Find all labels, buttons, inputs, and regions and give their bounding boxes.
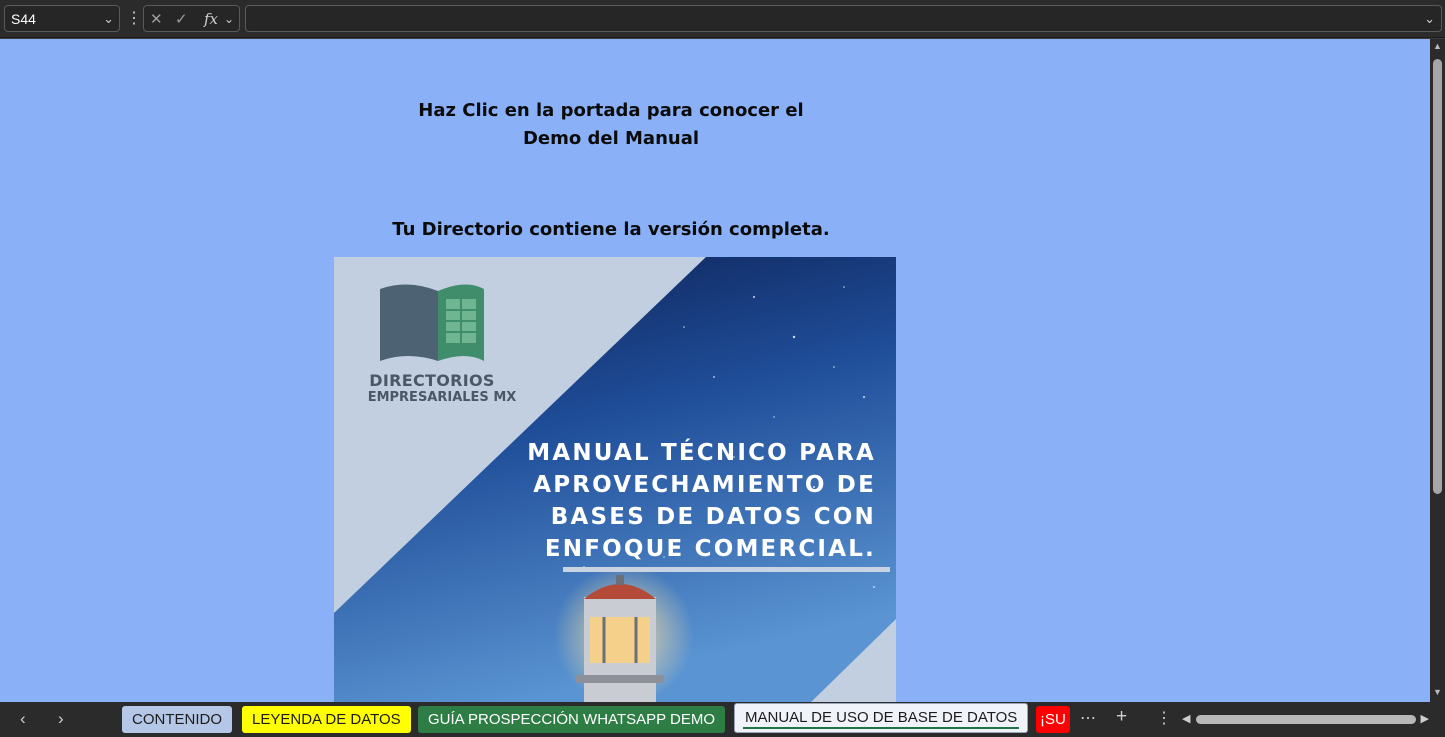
tab-label: LEYENDA DE DATOS bbox=[252, 711, 401, 728]
tab-manual-de-uso[interactable]: MANUAL DE USO DE BASE DE DATOS bbox=[734, 703, 1029, 733]
logo-text-directorios: DIRECTORIOS bbox=[369, 371, 495, 390]
cover-title-line: ENFOQUE COMERCIAL. bbox=[544, 536, 876, 562]
cancel-x-icon[interactable]: ✕ bbox=[150, 10, 163, 28]
instruction-line-2: Demo del Manual bbox=[522, 128, 700, 149]
next-sheet-chevron-icon[interactable]: › bbox=[58, 709, 64, 729]
sheet-options-icon[interactable]: ⋮ bbox=[1156, 708, 1172, 728]
scroll-down-arrow-icon[interactable]: ▼ bbox=[1433, 687, 1442, 697]
instruction-line-1: Haz Clic en la portada para conocer el bbox=[418, 100, 804, 121]
more-sheets-icon[interactable]: ⋯ bbox=[1080, 708, 1096, 728]
previous-sheet-chevron-icon[interactable]: ‹ bbox=[20, 709, 26, 729]
formula-bar: S44 ⌄ ⋮ ✕ ✓ fx ⌄ ⌄ bbox=[0, 0, 1445, 38]
cell-reference: S44 bbox=[11, 11, 36, 27]
tab-guia-prospeccion-whatsapp[interactable]: GUÍA PROSPECCIÓN WHATSAPP DEMO bbox=[418, 706, 725, 733]
name-box[interactable]: S44 ⌄ bbox=[4, 5, 120, 32]
sheet-tab-bar: ‹ › CONTENIDO LEYENDA DE DATOS GUÍA PROS… bbox=[0, 702, 1445, 737]
book-logo-icon bbox=[380, 284, 484, 361]
formula-controls: ✕ ✓ fx ⌄ bbox=[143, 5, 240, 32]
tab-label: ¡SU bbox=[1040, 711, 1066, 728]
manual-cover-image[interactable]: DIRECTORIOS EMPRESARIALES MX MANUAL TÉCN… bbox=[334, 257, 896, 702]
add-sheet-plus-icon[interactable]: + bbox=[1116, 706, 1127, 728]
horizontal-scroll-thumb[interactable] bbox=[1196, 715, 1416, 724]
vertical-scroll-thumb[interactable] bbox=[1433, 59, 1442, 494]
expand-formula-chevron-icon[interactable]: ⌄ bbox=[1424, 11, 1435, 27]
cover-divider bbox=[563, 567, 890, 572]
full-version-note: Tu Directorio contiene la versión comple… bbox=[392, 219, 830, 240]
sheet-grid[interactable]: Haz Clic en la portada para conocer el D… bbox=[0, 39, 1430, 702]
tab-leyenda-de-datos[interactable]: LEYENDA DE DATOS bbox=[242, 706, 411, 733]
more-options-icon[interactable]: ⋮ bbox=[126, 8, 142, 28]
cover-title-line: MANUAL TÉCNICO PARA bbox=[527, 440, 876, 466]
scroll-up-arrow-icon[interactable]: ▲ bbox=[1433, 41, 1442, 51]
formula-input[interactable]: ⌄ bbox=[245, 5, 1442, 32]
cover-title-line: BASES DE DATOS CON bbox=[550, 504, 876, 530]
vertical-scrollbar[interactable]: ▲ ▼ bbox=[1430, 39, 1445, 702]
logo-text-empresariales: EMPRESARIALES MX bbox=[367, 390, 517, 405]
active-tab-underline bbox=[743, 727, 1020, 729]
scroll-left-arrow-icon[interactable]: ◀ bbox=[1182, 712, 1190, 725]
tab-label: CONTENIDO bbox=[132, 711, 222, 728]
horizontal-scrollbar[interactable]: ◀ ▶ bbox=[1180, 711, 1431, 727]
scroll-right-arrow-icon[interactable]: ▶ bbox=[1421, 712, 1429, 725]
confirm-check-icon[interactable]: ✓ bbox=[175, 10, 188, 28]
tab-label: GUÍA PROSPECCIÓN WHATSAPP DEMO bbox=[428, 711, 715, 728]
chevron-down-icon[interactable]: ⌄ bbox=[103, 11, 114, 27]
cover-title: MANUAL TÉCNICO PARA APROVECHAMIENTO DE B… bbox=[516, 437, 876, 565]
tab-label: MANUAL DE USO DE BASE DE DATOS bbox=[745, 709, 1018, 726]
tab-su-truncated[interactable]: ¡SU bbox=[1036, 706, 1070, 733]
insert-function-fx-icon[interactable]: fx bbox=[204, 10, 218, 28]
cover-title-line: APROVECHAMIENTO DE bbox=[533, 472, 876, 498]
tab-contenido[interactable]: CONTENIDO bbox=[122, 706, 232, 733]
chevron-down-icon[interactable]: ⌄ bbox=[224, 12, 234, 26]
